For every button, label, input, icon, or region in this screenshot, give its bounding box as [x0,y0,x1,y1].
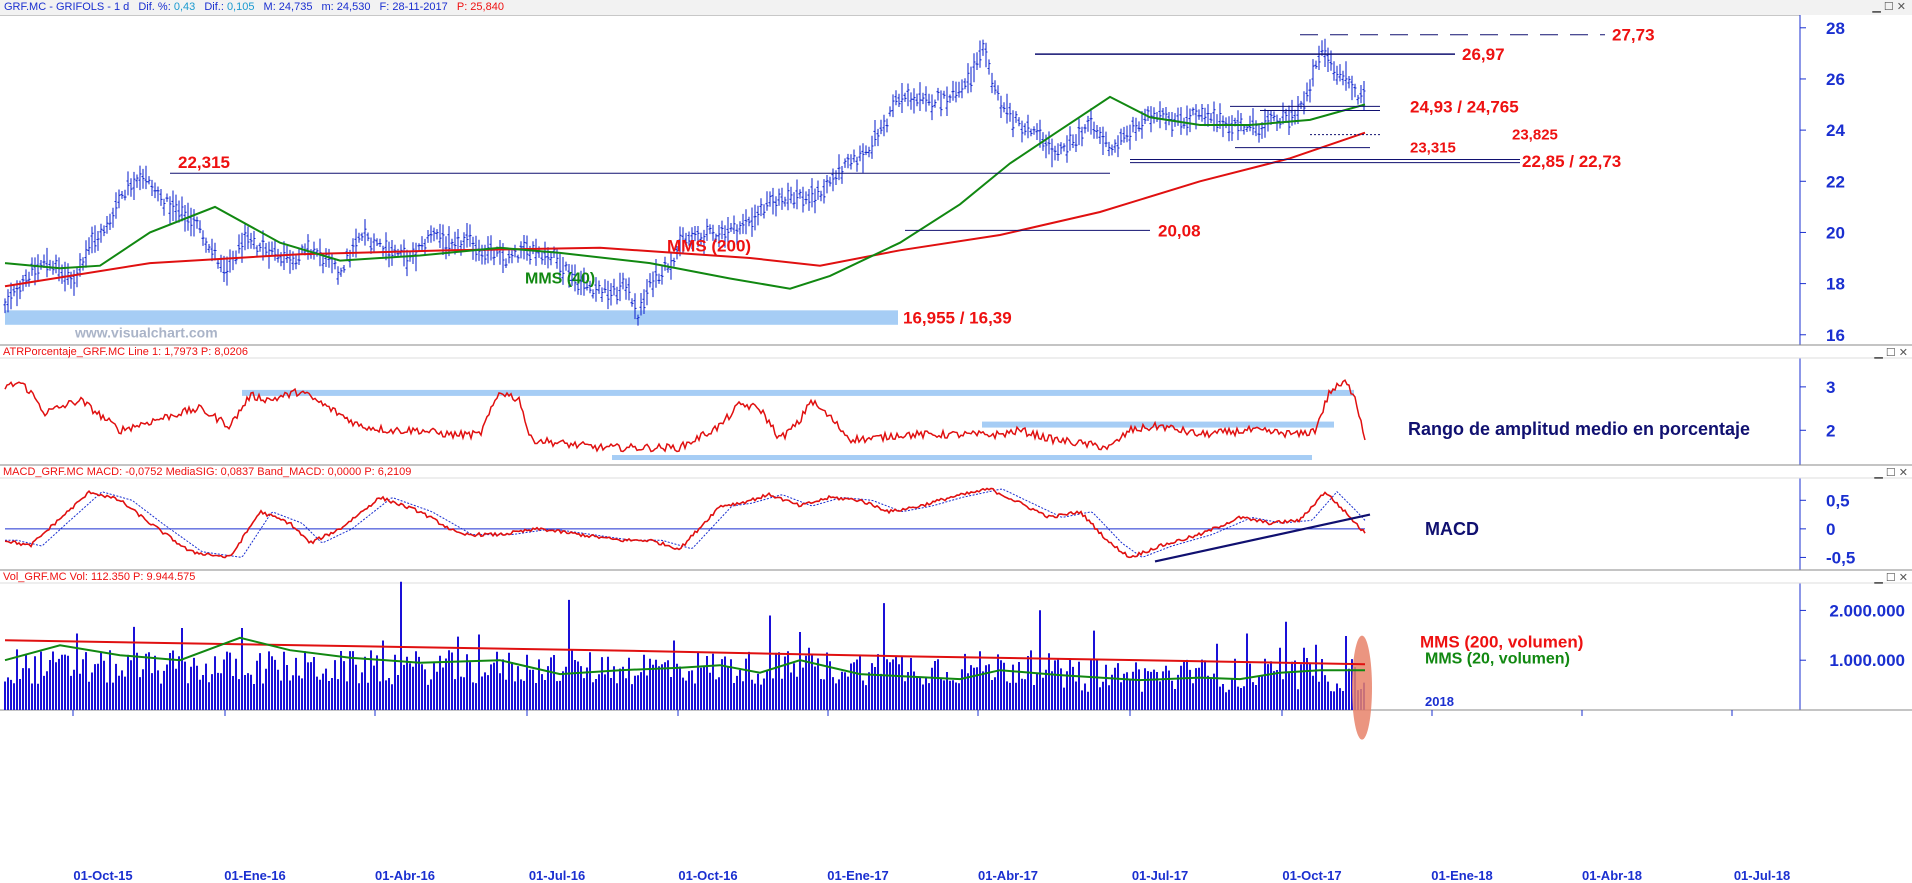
price-y-tick-label: 20 [1826,223,1845,242]
vol-y-tick-label: 2.000.000 [1829,601,1905,620]
vol-window-controls: ▁ ☐ ✕ [1873,572,1908,584]
atr-zone-top [242,389,1354,396]
year-marker-2018: 2018 [1425,694,1454,709]
atr-panel-title: ATRPorcentaje_GRF.MC Line 1: 1,7973 P: 8… [3,346,248,358]
label-23-825: 23,825 [1512,127,1558,144]
chart-window: GRF.MC - GRIFOLS - 1 d Dif. %: 0,43 Dif.… [0,0,1912,883]
macd-caption: MACD [1425,519,1479,539]
macd-y-tick-label: 0 [1826,520,1835,539]
x-tick-label: 01-Abr-16 [375,868,435,883]
x-tick-label: 01-Jul-16 [529,868,585,883]
label-22-85: 22,85 / 22,73 [1522,152,1621,171]
price-y-tick-label: 18 [1826,275,1845,294]
vol-y-tick-label: 1.000.000 [1829,651,1905,670]
atr-zone-bottom [612,455,1312,461]
x-tick-label: 01-Ene-17 [827,868,888,883]
macd-y-tick-label: -0,5 [1826,548,1855,567]
price-y-tick-label: 28 [1826,19,1845,38]
macd-signal-line [5,488,1366,558]
atr-y-tick-label: 2 [1826,421,1835,440]
vol-panel-title: Vol_GRF.MC Vol: 112.350 P: 9.944.575 [3,571,195,583]
x-tick-label: 01-Oct-16 [678,868,737,883]
label-mms40: MMS (40) [525,271,595,288]
price-y-tick-label: 16 [1826,326,1845,345]
price-y-tick-label: 22 [1826,172,1845,191]
label-22-315: 22,315 [178,153,230,172]
macd-window-controls: ▁ ☐ ✕ [1873,467,1908,479]
label-mms200: MMS (200) [667,237,751,256]
x-tick-label: 01-Oct-17 [1282,868,1341,883]
vol-caption-20: MMS (20, volumen) [1425,651,1570,668]
label-24-93: 24,93 / 24,765 [1410,97,1519,116]
atr-y-tick-label: 3 [1826,378,1835,397]
volume-bars [4,581,1365,710]
x-tick-label: 01-Ene-16 [224,868,285,883]
x-tick-label: 01-Ene-18 [1431,868,1492,883]
label-20-08: 20,08 [1158,221,1201,240]
label-23-315: 23,315 [1410,140,1456,157]
vol-caption-200: MMS (200, volumen) [1420,632,1583,651]
x-tick-label: 01-Abr-17 [978,868,1038,883]
atr-panel-header-bg [0,345,1912,358]
volume-highlight [1352,635,1372,740]
x-tick-label: 01-Oct-15 [73,868,132,883]
chart-svg: ATRPorcentaje_GRF.MC Line 1: 1,7973 P: 8… [0,15,1912,883]
atr-caption: Rango de amplitud medio en porcentaje [1408,419,1750,439]
price-y-tick-label: 24 [1826,121,1845,140]
price-bars [3,38,1366,326]
vol-panel-header-bg [0,570,1912,583]
x-tick-label: 01-Jul-17 [1132,868,1188,883]
price-y-tick-label: 26 [1826,70,1845,89]
label-16-955: 16,955 / 16,39 [903,309,1012,328]
support-zone-16-39 [5,310,898,325]
vol-mms200-line [4,639,1366,666]
label-27-73: 27,73 [1612,26,1655,45]
x-tick-label: 01-Jul-18 [1734,868,1790,883]
macd-y-tick-label: 0,5 [1826,491,1850,510]
x-tick-label: 01-Abr-18 [1582,868,1642,883]
watermark-text: www.visualchart.com [74,324,218,340]
macd-panel-title: MACD_GRF.MC MACD: -0,0752 MediaSIG: 0,08… [3,466,411,478]
atr-window-controls: ▁ ☐ ✕ [1873,347,1908,359]
label-26-97: 26,97 [1462,45,1505,64]
